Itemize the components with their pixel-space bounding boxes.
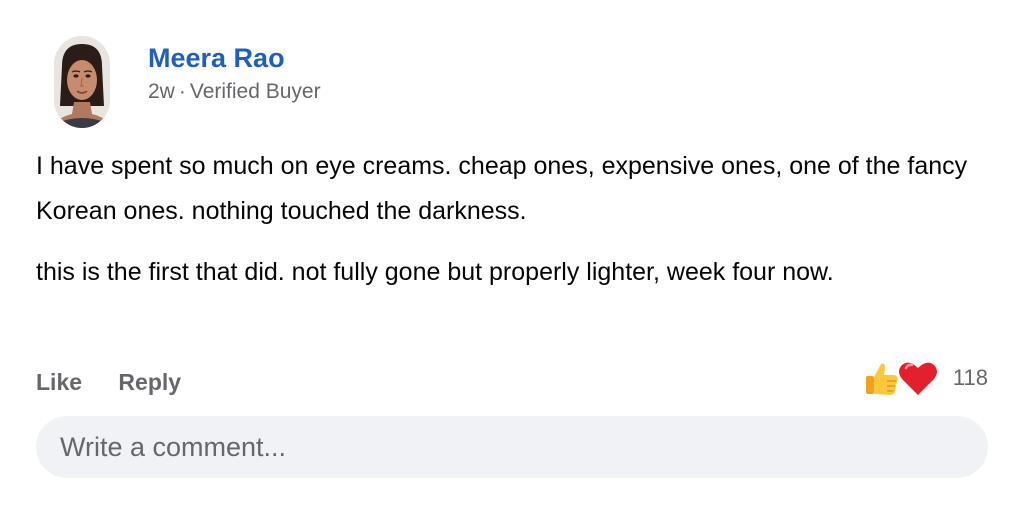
review-paragraph: I have spent so much on eye creams. chea… — [36, 152, 968, 225]
review-comment-card: Meera Rao 2w · Verified Buyer I have spent… — [0, 0, 1024, 512]
verified-buyer-badge: Verified Buyer — [189, 80, 321, 103]
reply-button[interactable]: Reply — [118, 369, 181, 395]
review-paragraph: this is the first that did. not fully go… — [36, 258, 834, 286]
review-body: I have spent so much on eye creams. chea… — [36, 144, 986, 311]
post-age[interactable]: 2w — [148, 80, 175, 103]
like-button[interactable]: Like — [36, 369, 82, 395]
reaction-count: 118 — [952, 365, 988, 390]
author-name[interactable]: Meera Rao — [148, 42, 285, 74]
heart-icon — [898, 362, 937, 395]
avatar-photo — [54, 36, 110, 128]
avatar[interactable] — [54, 36, 110, 128]
post-meta: 2w · Verified Buyer — [148, 79, 321, 105]
reactions-summary[interactable]: 118 — [863, 356, 988, 400]
meta-separator: · — [178, 80, 186, 103]
comment-input[interactable] — [36, 416, 988, 478]
comment-actions: Like Reply — [36, 366, 181, 398]
